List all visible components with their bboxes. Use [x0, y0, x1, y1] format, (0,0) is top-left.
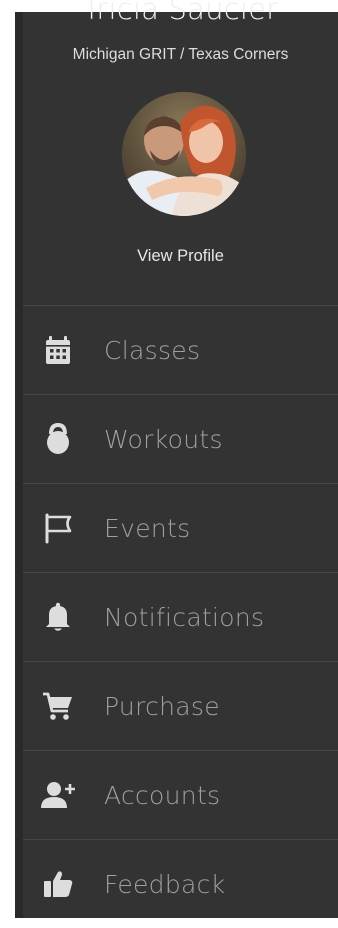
menu-item-label: Feedback [104, 869, 226, 899]
menu-item-purchase[interactable]: Purchase [23, 661, 338, 750]
view-profile-link[interactable]: View Profile [23, 247, 338, 266]
menu-item-label: Accounts [104, 780, 221, 810]
menu-item-events[interactable]: Events [23, 483, 338, 572]
menu-item-classes[interactable]: Classes [23, 305, 338, 394]
bell-icon [41, 600, 75, 634]
menu-item-label: Events [104, 513, 191, 543]
drawer-edge [15, 12, 23, 918]
calendar-icon [41, 333, 75, 367]
menu-item-label: Classes [104, 335, 201, 365]
menu-item-label: Notifications [104, 602, 265, 632]
nav-menu: Classes Workouts Events Notifications Pu… [23, 305, 338, 928]
kettlebell-icon [41, 422, 75, 456]
gym-name: Michigan GRIT / Texas Corners [72, 46, 289, 63]
menu-item-notifications[interactable]: Notifications [23, 572, 338, 661]
thumbs-up-icon [41, 867, 75, 901]
avatar[interactable] [122, 92, 246, 216]
menu-item-accounts[interactable]: Accounts [23, 750, 338, 839]
flag-icon [41, 511, 75, 545]
menu-item-feedback[interactable]: Feedback [23, 839, 338, 928]
add-user-icon [41, 778, 75, 812]
cart-icon [41, 689, 75, 723]
avatar-photo [122, 92, 246, 216]
profile-header: Tricia Saucier Michigan GRIT / Texas Cor… [23, 0, 338, 292]
user-name: Tricia Saucier [82, 0, 279, 26]
menu-item-label: Purchase [104, 691, 220, 721]
menu-item-workouts[interactable]: Workouts [23, 394, 338, 483]
menu-item-label: Workouts [104, 424, 223, 454]
